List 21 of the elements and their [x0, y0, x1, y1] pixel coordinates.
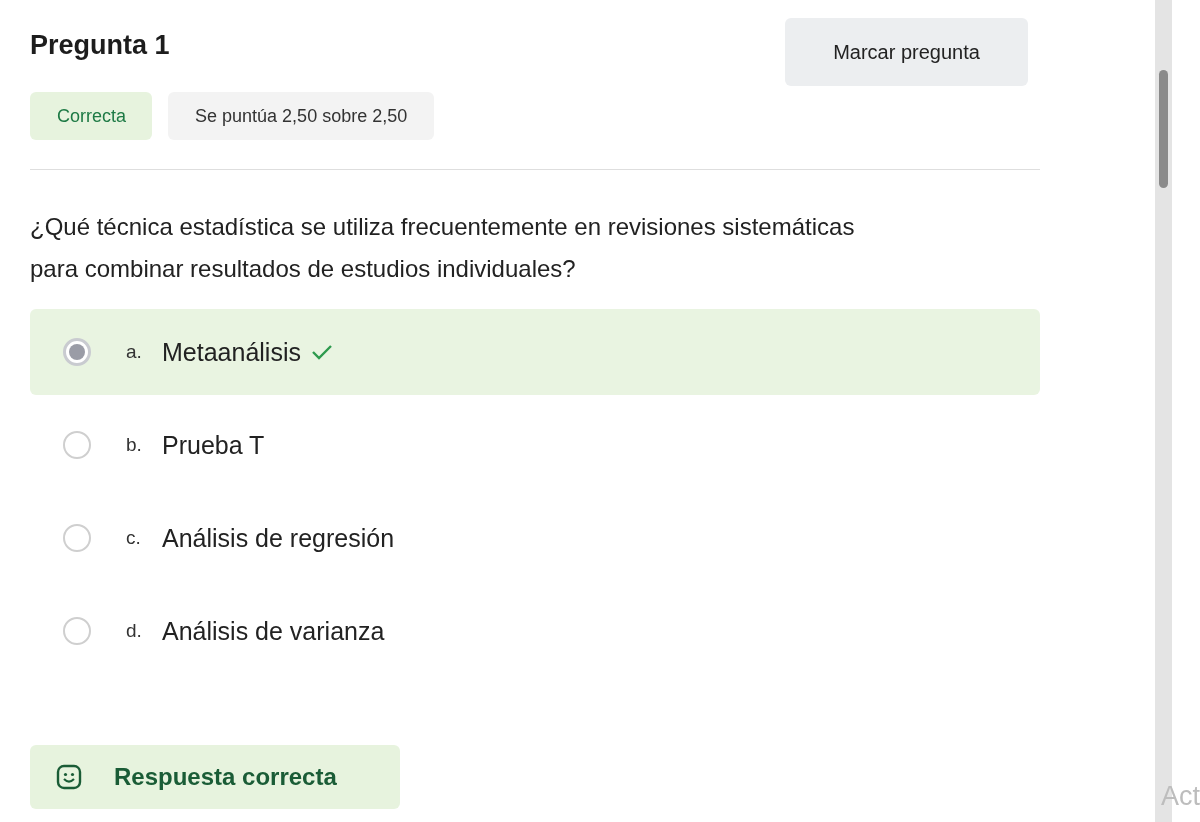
option-label: Prueba T — [162, 430, 265, 460]
flag-question-button[interactable]: Marcar pregunta — [785, 18, 1028, 86]
option-label: Análisis de varianza — [162, 616, 385, 646]
radio-button[interactable] — [63, 431, 91, 459]
scrollbar-thumb[interactable] — [1159, 70, 1168, 188]
option-letter: a. — [126, 341, 143, 363]
activation-watermark: Act — [1161, 781, 1200, 812]
status-badge: Correcta — [30, 92, 153, 140]
feedback-text: Respuesta correcta — [114, 763, 337, 791]
option-label: Metaanálisis — [162, 337, 301, 367]
option-letter: b. — [126, 434, 143, 456]
radio-button[interactable] — [63, 338, 91, 366]
option-letter: d. — [126, 620, 143, 642]
option-label: Análisis de regresión — [162, 523, 395, 553]
option-letter: c. — [126, 527, 142, 549]
grade-label: Se puntúa 2,50 sobre 2,50 — [168, 92, 435, 140]
question-title: Pregunta 1 — [30, 30, 170, 61]
question-text: ¿Qué técnica estadística se utiliza frecuentemente en revisiones sistemáticas para combinar resultados de estudios individuales? — [30, 212, 856, 284]
radio-button[interactable] — [63, 617, 91, 645]
smiley-icon — [55, 763, 83, 791]
radio-button[interactable] — [63, 524, 91, 552]
